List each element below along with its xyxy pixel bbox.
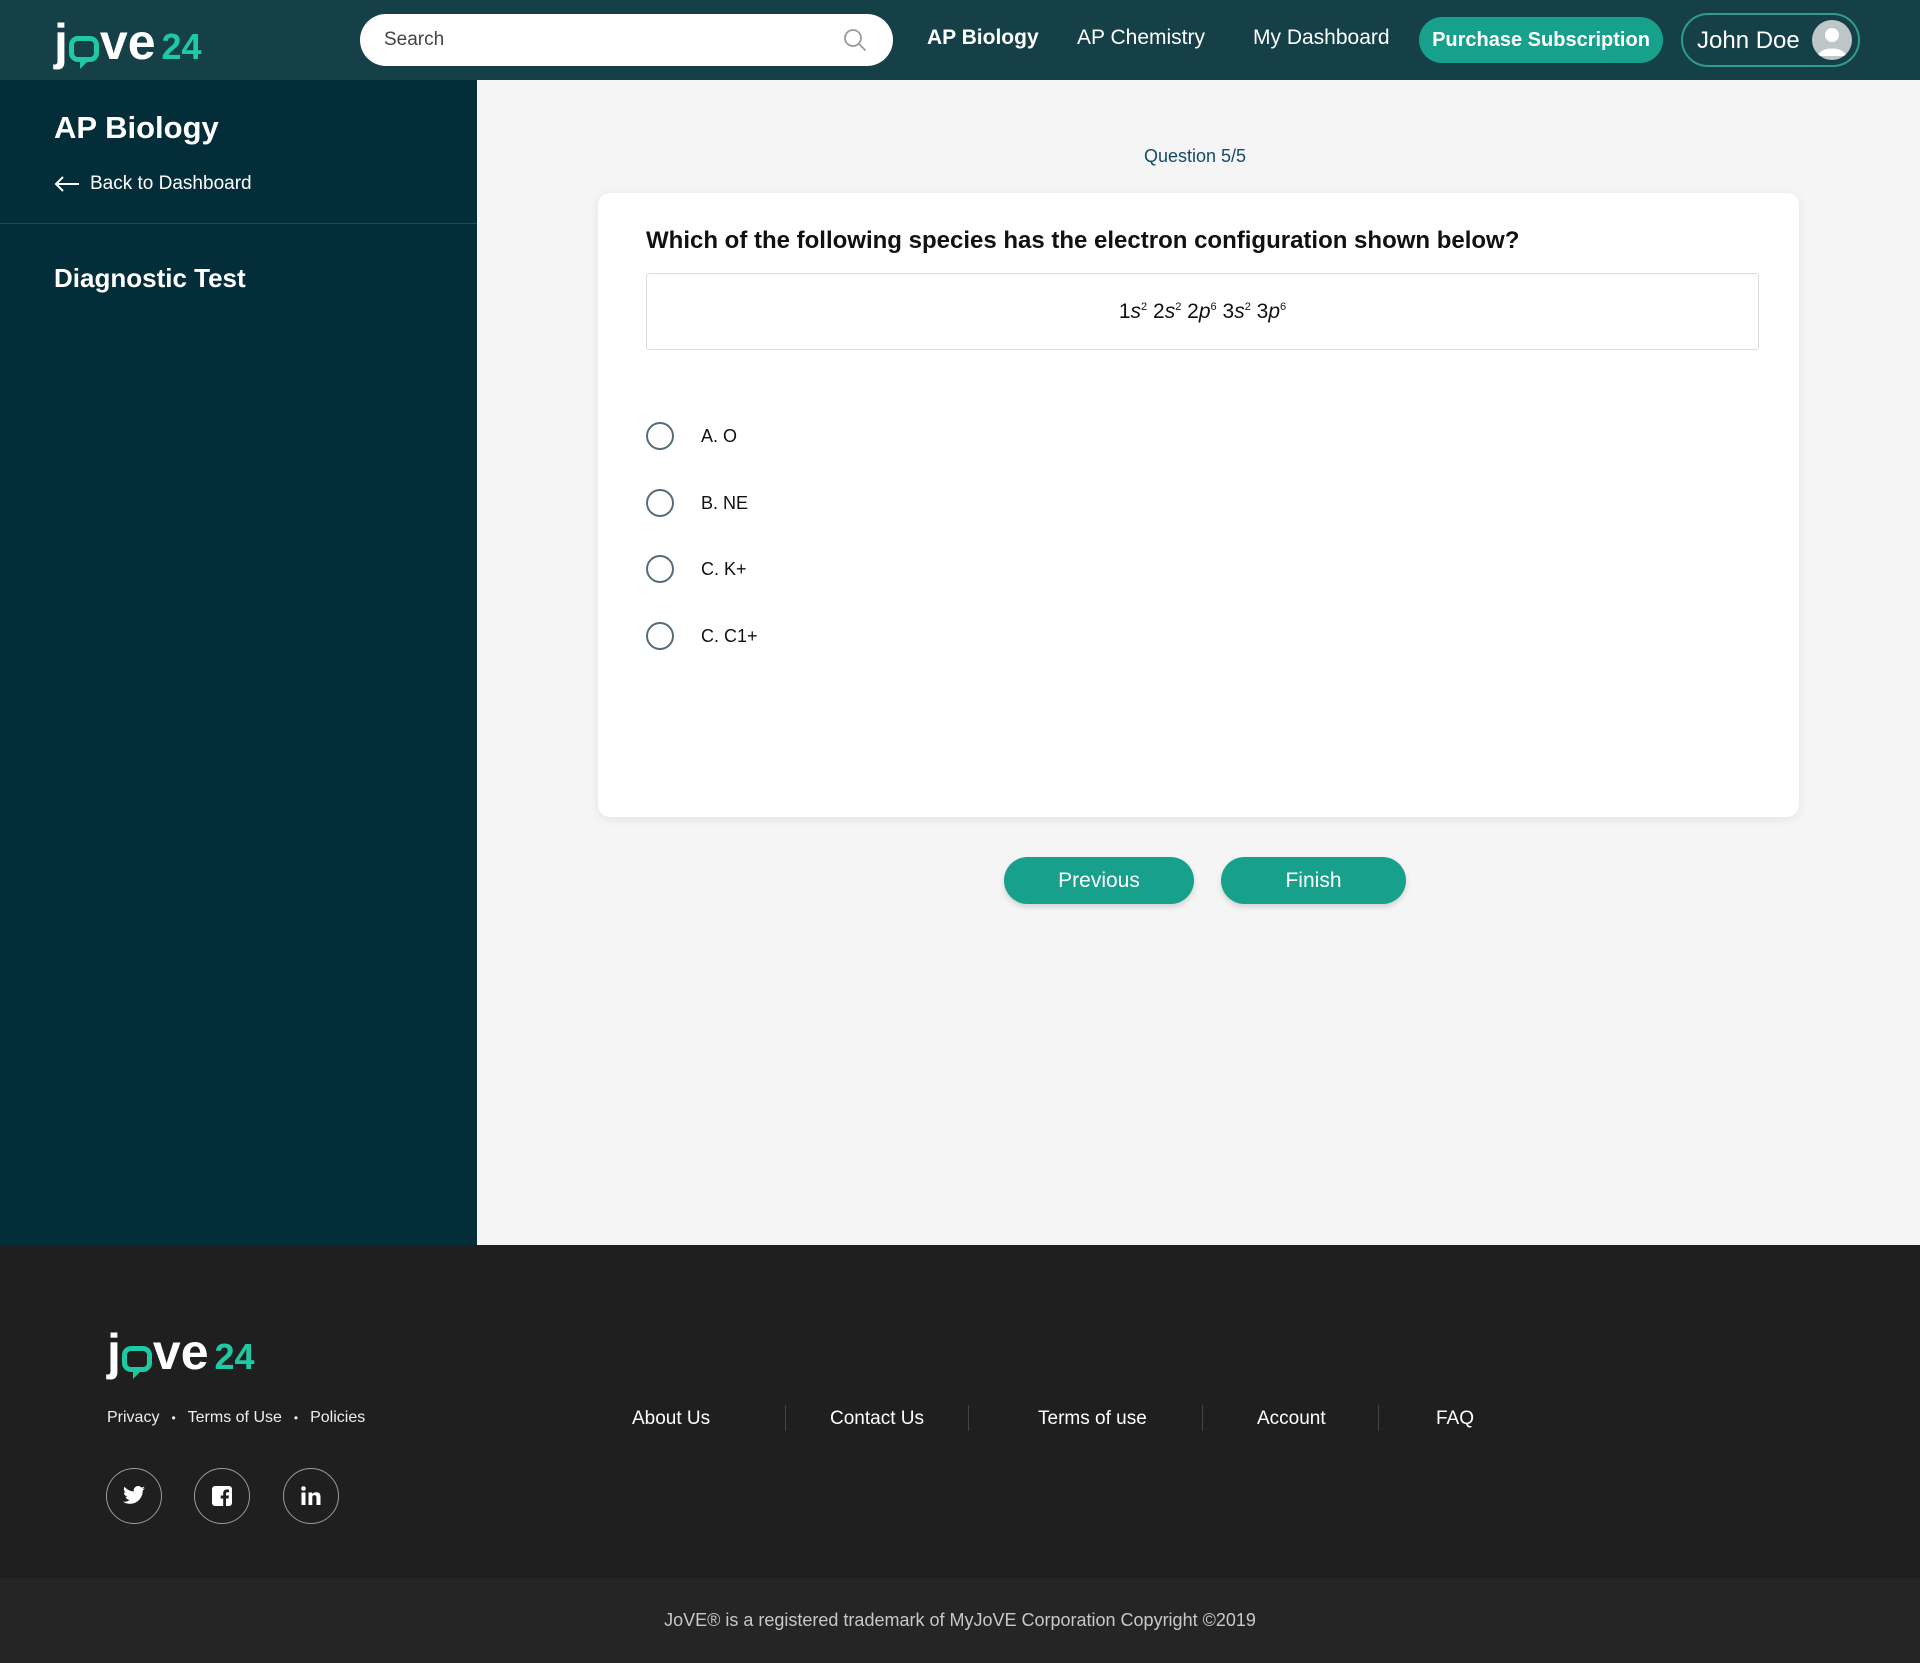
footer-terms-link[interactable]: Terms of use <box>1038 1408 1147 1430</box>
question-counter: Question 5/5 <box>1144 146 1247 166</box>
nav-ap-chemistry[interactable]: AP Chemistry <box>1077 26 1205 50</box>
nav-ap-biology[interactable]: AP Biology <box>927 26 1039 50</box>
facebook-icon[interactable] <box>194 1468 250 1524</box>
terms-of-use-link[interactable]: Terms of Use <box>188 1409 282 1427</box>
sidebar: AP Biology Back to Dashboard Diagnostic … <box>0 80 477 1245</box>
option-label: C. K+ <box>701 558 747 579</box>
user-name: John Doe <box>1697 27 1800 54</box>
separator-dot: • <box>171 1411 176 1425</box>
option-label: C. C1+ <box>701 625 758 646</box>
footer: j ve 24 Privacy • Terms of Use • Policies … <box>0 1245 1920 1663</box>
search-bar <box>360 14 893 66</box>
sidebar-course-title: AP Biology <box>54 110 219 145</box>
top-nav-bar: jve24 AP Biology AP Chemistry My Dashboa… <box>0 0 1920 80</box>
jove24-logo[interactable]: j ve 24 <box>54 14 202 69</box>
previous-button[interactable]: Previous <box>1004 857 1194 904</box>
avatar <box>1812 20 1852 60</box>
user-menu[interactable]: John Doe <box>1681 13 1860 67</box>
copyright-bar: JoVE® is a registered trademark of MyJoV… <box>0 1578 1920 1663</box>
user-avatar-icon <box>1818 28 1846 56</box>
answer-option-c[interactable]: C. K+ <box>646 555 747 583</box>
copyright-text: JoVE® is a registered trademark of MyJoV… <box>664 1610 1256 1630</box>
answer-option-b[interactable]: B. NE <box>646 489 748 517</box>
footer-divider <box>968 1405 969 1431</box>
sidebar-item-diagnostic-test[interactable]: Diagnostic Test <box>54 263 246 294</box>
footer-faq-link[interactable]: FAQ <box>1436 1408 1474 1430</box>
footer-divider <box>1202 1405 1203 1431</box>
radio-button[interactable] <box>646 555 674 583</box>
footer-divider <box>785 1405 786 1431</box>
sidebar-divider <box>0 223 477 224</box>
legal-links: Privacy • Terms of Use • Policies <box>107 1409 365 1427</box>
electron-configuration: 1s2 2s2 2p6 3s2 3p6 <box>1118 299 1287 323</box>
search-input[interactable] <box>384 14 824 66</box>
footer-jove24-logo[interactable]: j ve 24 <box>107 1322 255 1379</box>
electron-configuration-box: 1s2 2s2 2p6 3s2 3p6 <box>646 273 1759 350</box>
radio-button[interactable] <box>646 422 674 450</box>
answer-option-a[interactable]: A. O <box>646 422 737 450</box>
footer-about-us-link[interactable]: About Us <box>632 1408 710 1430</box>
linkedin-icon[interactable] <box>283 1468 339 1524</box>
policies-link[interactable]: Policies <box>310 1409 365 1427</box>
speech-bubble-icon <box>121 1346 152 1379</box>
back-to-dashboard-link[interactable]: Back to Dashboard <box>54 173 252 195</box>
option-label: A. O <box>701 425 738 446</box>
option-label: B. NE <box>701 492 749 513</box>
separator-dot: • <box>293 1411 299 1425</box>
search-icon[interactable] <box>843 28 867 52</box>
finish-button[interactable]: Finish <box>1221 857 1406 904</box>
answer-option-d[interactable]: C. C1+ <box>646 622 758 650</box>
arrow-left-icon <box>54 176 79 192</box>
question-card: Which of the following species has the e… <box>598 193 1799 817</box>
nav-my-dashboard[interactable]: My Dashboard <box>1253 26 1390 50</box>
footer-account-link[interactable]: Account <box>1257 1408 1326 1430</box>
back-link-label: Back to Dashboard <box>90 173 252 194</box>
radio-button[interactable] <box>646 622 674 650</box>
footer-divider <box>1378 1405 1379 1431</box>
twitter-icon[interactable] <box>106 1468 162 1524</box>
purchase-subscription-button[interactable]: Purchase Subscription <box>1419 17 1663 63</box>
speech-bubble-icon <box>68 36 99 69</box>
question-text: Which of the following species has the e… <box>646 227 1520 254</box>
footer-contact-us-link[interactable]: Contact Us <box>830 1408 924 1430</box>
privacy-link[interactable]: Privacy <box>107 1409 159 1427</box>
radio-button[interactable] <box>646 489 674 517</box>
